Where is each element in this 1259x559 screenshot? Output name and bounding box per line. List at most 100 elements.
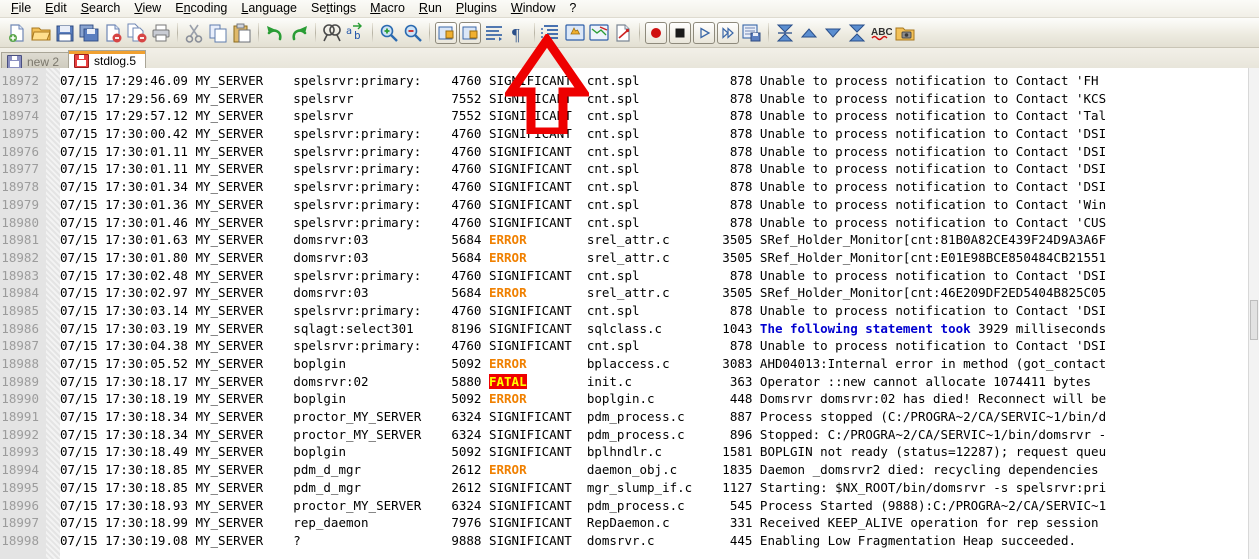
log-line-prefix: 07/15 17:30:05.52 MY_SERVER boplgin 5092 — [60, 356, 489, 371]
log-line-prefix: 07/15 17:30:18.34 MY_SERVER proctor_MY_S… — [60, 409, 489, 425]
menu-label-post: acro — [380, 1, 405, 15]
log-line[interactable]: 07/15 17:30:18.34 MY_SERVER proctor_MY_S… — [60, 426, 1106, 444]
log-line[interactable]: 07/15 17:30:01.36 MY_SERVER spelsrvr:pri… — [60, 196, 1106, 214]
code-viewport[interactable]: 07/15 17:29:46.09 MY_SERVER spelsrvr:pri… — [60, 68, 1259, 559]
log-line[interactable]: 07/15 17:30:19.08 MY_SERVER ? 9888 SIGNI… — [60, 532, 1106, 550]
log-line[interactable]: 07/15 17:30:01.80 MY_SERVER domsrvr:03 5… — [60, 249, 1106, 267]
undo-icon[interactable] — [264, 22, 286, 44]
menu-item-settings[interactable]: Settings — [304, 0, 363, 17]
menu-item-[interactable]: ? — [562, 0, 583, 17]
editor-area[interactable]: 18972 18973 18974 18975 18976 18977 18978 18979… — [0, 68, 1259, 559]
find-icon[interactable] — [321, 22, 343, 44]
log-source-file: mgr_slump_if.c 1127 — [586, 479, 760, 495]
menu-item-view[interactable]: View — [127, 0, 168, 17]
copy-icon[interactable] — [207, 22, 229, 44]
spell-check-icon[interactable]: ABC — [870, 22, 892, 44]
log-line[interactable]: 07/15 17:30:18.85 MY_SERVER pdm_d_mgr 26… — [60, 479, 1106, 497]
log-line[interactable]: 07/15 17:29:57.12 MY_SERVER spelsrvr 755… — [60, 107, 1106, 125]
run-program-icon[interactable] — [894, 22, 916, 44]
log-line-prefix: 07/15 17:30:19.08 MY_SERVER ? 9888 — [60, 532, 489, 548]
log-line[interactable]: 07/15 17:30:01.46 MY_SERVER spelsrvr:pri… — [60, 214, 1106, 232]
log-line[interactable]: 07/15 17:30:01.63 MY_SERVER domsrvr:03 5… — [60, 231, 1106, 249]
log-line[interactable]: 07/15 17:29:56.69 MY_SERVER spelsrvr 755… — [60, 90, 1106, 108]
log-line[interactable]: 07/15 17:30:01.34 MY_SERVER spelsrvr:pri… — [60, 178, 1106, 196]
log-line[interactable]: 07/15 17:30:18.85 MY_SERVER pdm_d_mgr 26… — [60, 461, 1106, 479]
menu-label-post: un — [427, 1, 442, 15]
log-line[interactable]: 07/15 17:30:18.19 MY_SERVER boplgin 5092… — [60, 390, 1106, 408]
document-map-icon[interactable] — [588, 22, 610, 44]
fold-margin[interactable] — [46, 68, 60, 559]
close-all-icon[interactable] — [126, 22, 148, 44]
log-line[interactable]: 07/15 17:30:00.42 MY_SERVER spelsrvr:pri… — [60, 125, 1106, 143]
menu-item-run[interactable]: Run — [412, 0, 449, 17]
log-line[interactable]: 07/15 17:29:46.09 MY_SERVER spelsrvr:pri… — [60, 72, 1106, 90]
sync-horizontal-scroll-icon[interactable] — [459, 21, 481, 44]
log-line[interactable]: 07/15 17:30:18.17 MY_SERVER domsrvr:02 5… — [60, 373, 1106, 391]
log-text-content[interactable]: 07/15 17:29:46.09 MY_SERVER spelsrvr:pri… — [60, 68, 1106, 550]
new-file-icon[interactable] — [6, 22, 28, 44]
severity-padding — [527, 250, 587, 265]
menu-item-macro[interactable]: Macro — [363, 0, 412, 17]
collapse-current-level-icon[interactable] — [798, 22, 820, 44]
expand-current-level-icon[interactable] — [822, 22, 844, 44]
sync-vertical-scroll-icon[interactable] — [435, 21, 457, 44]
save-icon[interactable] — [54, 22, 76, 44]
menu-item-file[interactable]: File — [4, 0, 38, 17]
log-line[interactable]: 07/15 17:30:01.11 MY_SERVER spelsrvr:pri… — [60, 160, 1106, 178]
log-line-prefix: 07/15 17:30:18.85 MY_SERVER pdm_d_mgr 26… — [60, 462, 489, 478]
log-line[interactable]: 07/15 17:30:01.11 MY_SERVER spelsrvr:pri… — [60, 143, 1106, 161]
severity-token: SIGNIFICANT — [488, 161, 572, 177]
line-number: 18997 — [1, 515, 39, 531]
menu-item-search[interactable]: Search — [74, 0, 128, 17]
log-line[interactable]: 07/15 17:30:18.93 MY_SERVER proctor_MY_S… — [60, 497, 1106, 515]
tab-label: stdlog.5 — [94, 53, 137, 68]
paste-icon[interactable] — [231, 22, 253, 44]
function-list-icon[interactable] — [612, 22, 634, 44]
vertical-scrollbar-thumb[interactable] — [1250, 300, 1258, 340]
menu-item-plugins[interactable]: Plugins — [449, 0, 504, 17]
show-all-characters-icon[interactable]: ¶ — [507, 22, 529, 44]
expand-all-icon[interactable] — [846, 22, 868, 44]
tab-stdlog-5[interactable]: stdlog.5 — [68, 50, 147, 70]
redo-icon[interactable] — [288, 22, 310, 44]
menu-item-language[interactable]: Language — [234, 0, 304, 17]
cut-icon[interactable] — [183, 22, 205, 44]
log-line[interactable]: 07/15 17:30:04.38 MY_SERVER spelsrvr:pri… — [60, 337, 1106, 355]
menu-item-window[interactable]: Window — [504, 0, 562, 17]
save-macro-icon[interactable] — [741, 22, 763, 44]
log-line[interactable]: 07/15 17:30:03.14 MY_SERVER spelsrvr:pri… — [60, 302, 1106, 320]
menu-item-edit[interactable]: Edit — [38, 0, 74, 17]
log-line[interactable]: 07/15 17:30:18.99 MY_SERVER rep_daemon 7… — [60, 514, 1106, 532]
log-line-prefix: 07/15 17:30:01.80 MY_SERVER domsrvr:03 5… — [60, 249, 489, 265]
severity-padding — [572, 215, 587, 230]
play-macro-icon[interactable] — [693, 21, 715, 44]
save-all-icon[interactable] — [78, 22, 100, 44]
word-wrap-icon[interactable] — [483, 22, 505, 44]
severity-padding — [527, 285, 587, 300]
log-line[interactable]: 07/15 17:30:18.49 MY_SERVER boplgin 5092… — [60, 443, 1106, 461]
user-defined-language-icon[interactable] — [564, 22, 586, 44]
print-icon[interactable] — [150, 22, 172, 44]
collapse-all-icon[interactable] — [774, 22, 796, 44]
log-line[interactable]: 07/15 17:30:02.48 MY_SERVER spelsrvr:pri… — [60, 267, 1106, 285]
zoom-in-icon[interactable] — [378, 22, 400, 44]
close-file-icon[interactable] — [102, 22, 124, 44]
run-macro-multiple-icon[interactable] — [717, 21, 739, 44]
log-line[interactable]: 07/15 17:30:03.19 MY_SERVER sqlagt:selec… — [60, 320, 1106, 338]
severity-token: SIGNIFICANT — [488, 90, 572, 106]
vertical-scrollbar[interactable] — [1248, 68, 1259, 559]
line-number: 18981 — [1, 232, 39, 248]
log-line[interactable]: 07/15 17:30:18.34 MY_SERVER proctor_MY_S… — [60, 408, 1106, 426]
severity-padding — [572, 108, 587, 123]
zoom-out-icon[interactable] — [402, 22, 424, 44]
log-line[interactable]: 07/15 17:30:02.97 MY_SERVER domsrvr:03 5… — [60, 284, 1106, 302]
stop-record-macro-icon[interactable] — [669, 21, 691, 44]
start-record-macro-icon[interactable] — [645, 21, 667, 44]
log-message: Unable to process notification to Contac… — [759, 179, 1107, 195]
replace-icon[interactable]: ab — [345, 22, 367, 44]
indent-guideline-icon[interactable] — [540, 22, 562, 44]
menu-item-encoding[interactable]: Encoding — [168, 0, 234, 17]
log-source-file: srel_attr.c 3505 — [586, 285, 760, 301]
open-file-icon[interactable] — [30, 22, 52, 44]
log-line[interactable]: 07/15 17:30:05.52 MY_SERVER boplgin 5092… — [60, 355, 1106, 373]
